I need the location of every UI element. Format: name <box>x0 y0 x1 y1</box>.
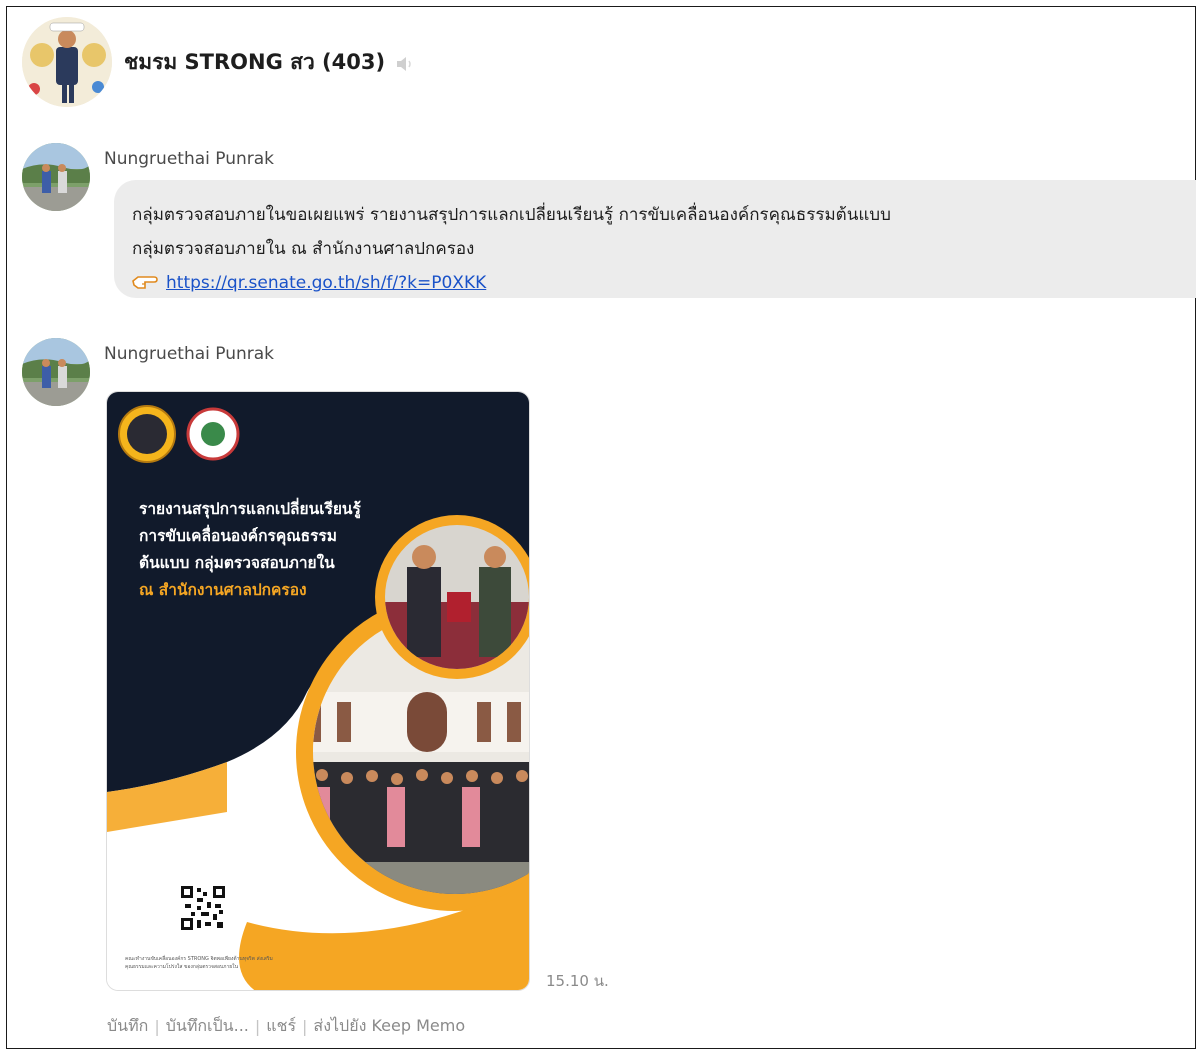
save-as-action[interactable]: บันทึกเป็น... <box>166 1014 249 1039</box>
sender-avatar[interactable] <box>22 143 90 211</box>
poster-footer-text: คณะทำงานขับเคลื่อนองค์กร STRONG จิตพอเพี… <box>125 956 273 970</box>
poster-heading-line: รายงานสรุปการแลกเปลี่ยนเรียนรู้ <box>139 500 361 518</box>
separator: | <box>302 1017 308 1036</box>
separator: | <box>254 1017 261 1036</box>
chat-title: ชมรม STRONG สว (403) <box>124 46 415 79</box>
shared-link[interactable]: https://qr.senate.go.th/sh/f/?k=P0XKK <box>166 273 486 293</box>
message-timestamp: 15.10 น. <box>546 972 609 990</box>
share-action[interactable]: แชร์ <box>266 1014 296 1039</box>
poster-heading-highlight: ณ สำนักงานศาลปกครอง <box>139 581 307 599</box>
chat-title-text: ชมรม STRONG สว (403) <box>124 50 386 74</box>
message-link-row: https://qr.senate.go.th/sh/f/?k=P0XKK <box>132 266 1180 300</box>
image-action-bar: บันทึก | บันทึกเป็น... | แชร์ | ส่งไปยัง… <box>107 1014 465 1039</box>
sender-avatar[interactable] <box>22 338 90 406</box>
poster-heading-line: ต้นแบบ กลุ่มตรวจสอบภายใน <box>139 554 335 572</box>
separator: | <box>154 1017 160 1036</box>
poster-heading: รายงานสรุปการแลกเปลี่ยนเรียนรู้ การขับเค… <box>139 496 439 604</box>
poster-image[interactable]: รายงานสรุปการแลกเปลี่ยนเรียนรู้ การขับเค… <box>106 391 530 991</box>
group-avatar-icon[interactable] <box>22 17 112 107</box>
message-bubble[interactable]: กลุ่มตรวจสอบภายในขอเผยแพร่ รายงานสรุปการ… <box>114 180 1196 298</box>
pointing-hand-icon <box>132 268 158 289</box>
message-text-line: กลุ่มตรวจสอบภายใน ณ สำนักงานศาลปกครอง <box>132 239 475 259</box>
sender-name[interactable]: Nungruethai Punrak <box>104 149 274 169</box>
sender-name[interactable]: Nungruethai Punrak <box>104 344 274 364</box>
save-action[interactable]: บันทึก <box>107 1014 148 1039</box>
speaker-muted-icon[interactable] <box>395 54 415 72</box>
poster-heading-line: การขับเคลื่อนองค์กรคุณธรรม <box>139 527 337 545</box>
send-to-keep-memo-action[interactable]: ส่งไปยัง Keep Memo <box>313 1014 465 1039</box>
message-text-line: กลุ่มตรวจสอบภายในขอเผยแพร่ รายงานสรุปการ… <box>132 205 891 225</box>
